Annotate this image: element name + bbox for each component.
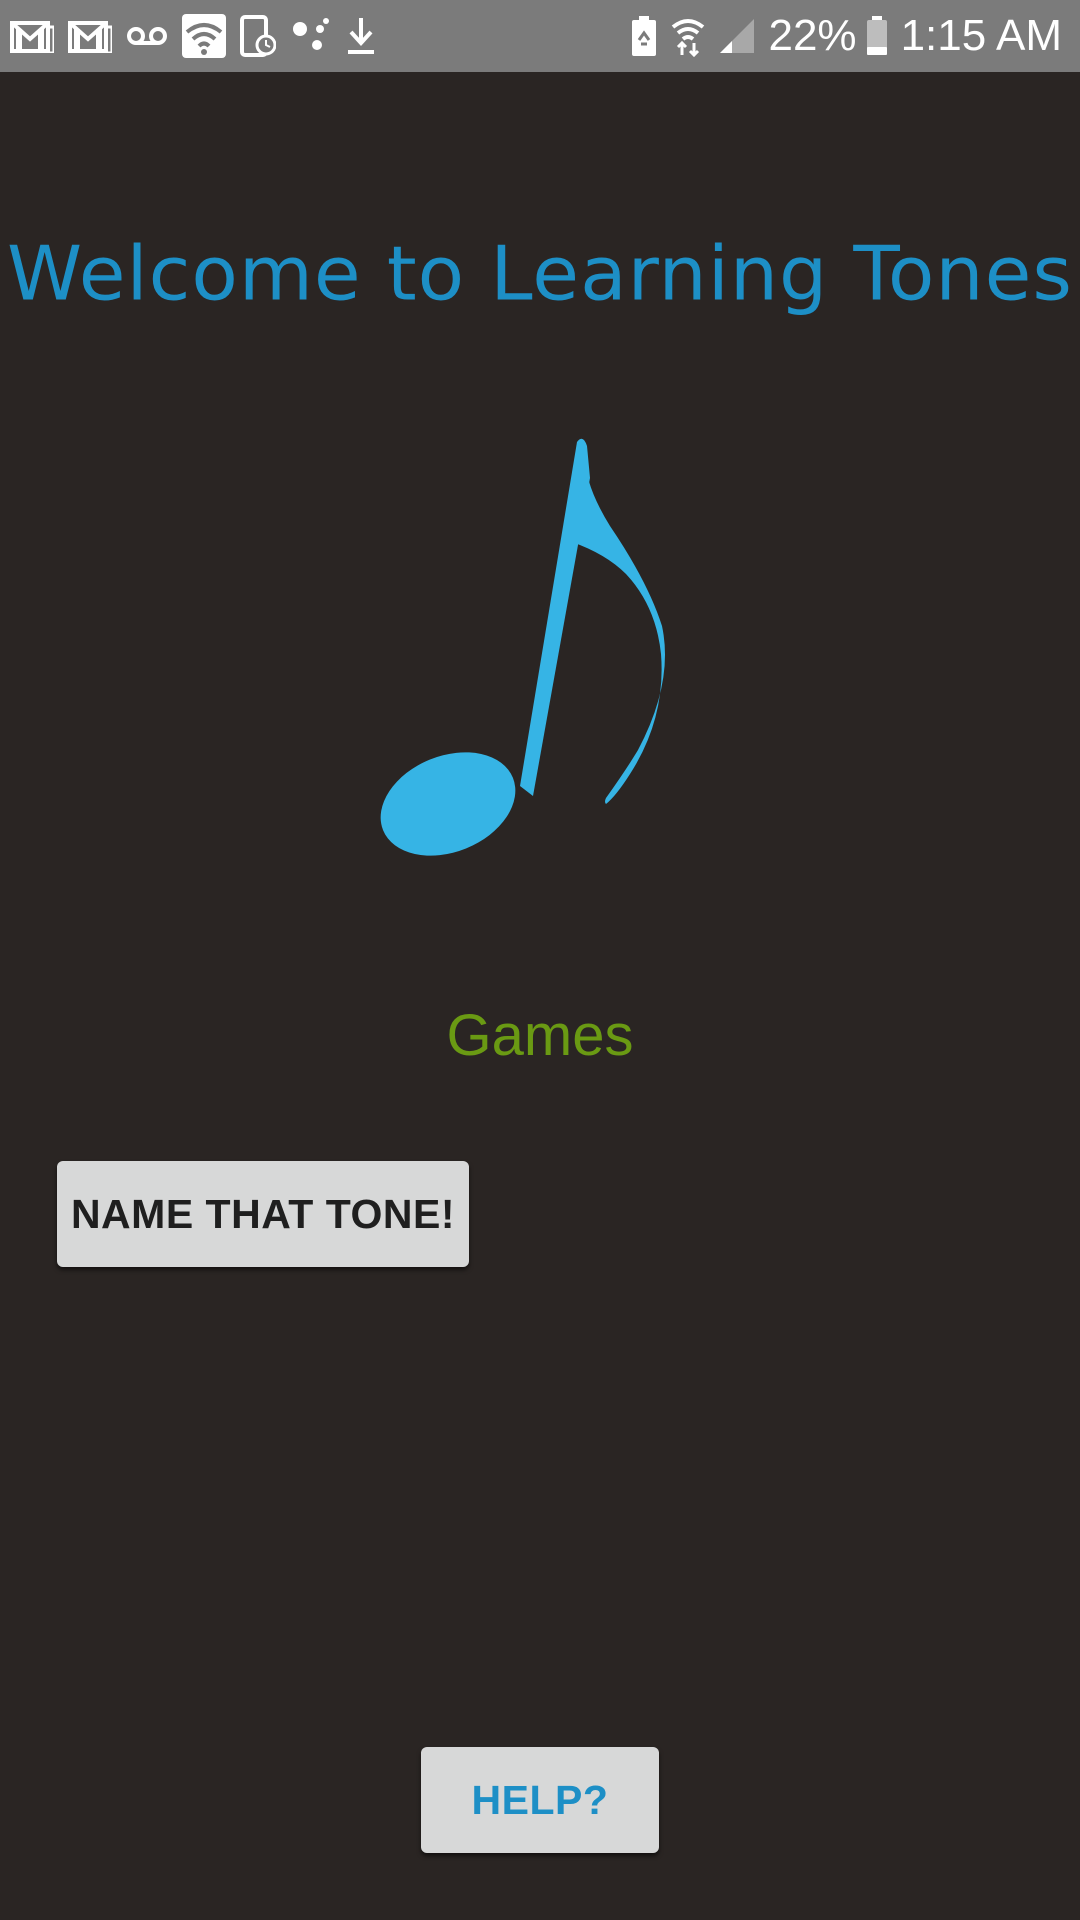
voicemail-icon [126,25,168,47]
status-time: 1:15 AM [900,11,1062,60]
signal-icon [718,17,756,55]
assistant-dots-icon [290,17,330,55]
battery-saver-icon [630,16,658,56]
music-note-icon [380,436,670,866]
status-bar: 22% 1:15 AM [0,0,1080,72]
games-heading: Games [446,1003,634,1068]
wifi-icon [182,14,226,58]
battery-percent: 22% [768,11,857,60]
status-bar-notifications [10,12,378,60]
help-button[interactable]: HELP? [421,1747,659,1853]
download-icon [344,16,378,56]
page-title: Welcome to Learning Tones [7,229,1073,318]
gmail-icon [10,19,54,53]
phone-clock-icon [240,15,276,57]
wifi-calling-icon [670,15,706,57]
battery-icon [865,16,889,56]
name-that-tone-button[interactable]: NAME THAT TONE! [57,1161,469,1267]
status-bar-system: 22% 1:15 AM [630,10,1062,62]
gmail-icon [68,19,112,53]
